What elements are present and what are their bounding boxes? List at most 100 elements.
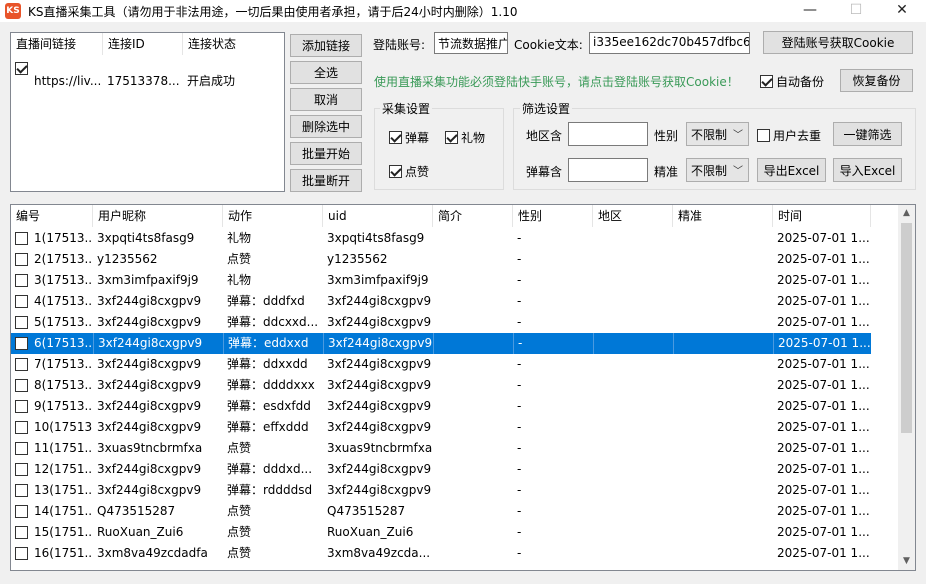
- scroll-up-icon[interactable]: ▲: [898, 205, 915, 222]
- table-row[interactable]: 12(1751... 3xf244gi8cxgpv9 弹幕：dddxd... 3xf2…: [11, 459, 871, 480]
- minimize-icon[interactable]: —: [790, 0, 830, 22]
- column-header-nickname[interactable]: 用户昵称: [93, 205, 223, 227]
- cookie-input[interactable]: i335ee162dc70b457dfbc64;: [589, 32, 750, 54]
- auto-backup-checkbox[interactable]: 自动备份: [760, 73, 824, 90]
- column-header-time[interactable]: 时间: [773, 205, 871, 227]
- scroll-thumb[interactable]: [901, 223, 912, 433]
- cell-region: [593, 228, 673, 249]
- add-link-button[interactable]: 添加链接: [290, 34, 362, 57]
- cell-nickname: 3xuas9tncbrmfxa: [97, 441, 203, 455]
- room-header-status[interactable]: 连接状态: [183, 33, 284, 55]
- maximize-icon[interactable]: ☐: [836, 0, 876, 22]
- row-checkbox[interactable]: [15, 274, 28, 287]
- row-checkbox[interactable]: [15, 442, 28, 455]
- like-checkbox[interactable]: 点赞: [389, 163, 429, 180]
- cell-nickname: RuoXuan_Zui6: [97, 525, 184, 539]
- table-row[interactable]: 6(17513... 3xf244gi8cxgpv9 弹幕：eddxxd 3xf244…: [11, 333, 871, 354]
- row-checkbox[interactable]: [15, 253, 28, 266]
- row-checkbox[interactable]: [15, 316, 28, 329]
- table-row[interactable]: 5(17513... 3xf244gi8cxgpv9 弹幕：ddcxxd... 3xf…: [11, 312, 871, 333]
- column-header-uid[interactable]: uid: [323, 205, 433, 227]
- row-checkbox[interactable]: [15, 505, 28, 518]
- cell-precise: [673, 501, 773, 522]
- cell-nickname: 3xf244gi8cxgpv9: [93, 333, 223, 354]
- import-excel-button[interactable]: 导入Excel: [833, 158, 902, 182]
- like-check-icon[interactable]: [389, 165, 402, 178]
- row-checkbox[interactable]: [15, 379, 28, 392]
- one-click-filter-button[interactable]: 一键筛选: [833, 122, 902, 146]
- export-excel-button[interactable]: 导出Excel: [757, 158, 826, 182]
- row-checkbox[interactable]: [15, 337, 28, 350]
- delete-selected-button[interactable]: 删除选中: [290, 115, 362, 138]
- room-header-link[interactable]: 直播间链接: [11, 33, 103, 55]
- room-row[interactable]: https://liv... 17513378... 开启成功: [11, 57, 284, 88]
- column-header-region[interactable]: 地区: [593, 205, 673, 227]
- table-row[interactable]: 16(1751... 3xm8va49zcdadfa 点赞 3xm8va49zcda.…: [11, 543, 871, 564]
- batch-stop-button[interactable]: 批量断开: [290, 169, 362, 192]
- row-checkbox[interactable]: [15, 547, 28, 560]
- danmu-checkbox[interactable]: 弹幕: [389, 129, 429, 146]
- restore-backup-button[interactable]: 恢复备份: [840, 69, 913, 92]
- auto-backup-check-icon[interactable]: [760, 75, 773, 88]
- scroll-down-icon[interactable]: ▼: [898, 553, 915, 570]
- row-checkbox[interactable]: [15, 484, 28, 497]
- cell-time: 2025-07-01 1...: [777, 546, 870, 560]
- precise-select-value: 不限制: [691, 164, 728, 178]
- room-list[interactable]: 直播间链接 连接ID 连接状态 https://liv... 17513378.…: [10, 32, 285, 192]
- cell-action: 弹幕：esdxfdd: [227, 399, 311, 413]
- table-row[interactable]: 11(1751... 3xuas9tncbrmfxa 点赞 3xuas9tncbrmf…: [11, 438, 871, 459]
- column-header-action[interactable]: 动作: [223, 205, 323, 227]
- table-row[interactable]: 3(17513... 3xm3imfpaxif9j9 礼物 3xm3imfpaxif9…: [11, 270, 871, 291]
- close-icon[interactable]: ✕: [882, 0, 922, 22]
- precise-select[interactable]: 不限制 ﹀: [686, 158, 749, 182]
- cell-bio: [433, 333, 513, 354]
- row-checkbox[interactable]: [15, 232, 28, 245]
- danmu-filter-input[interactable]: [568, 158, 648, 182]
- filter-settings-title: 筛选设置: [520, 100, 573, 117]
- table-row[interactable]: 1(17513... 3xpqti4ts8fasg9 礼物 3xpqti4ts8fas…: [11, 228, 871, 249]
- comment-grid[interactable]: 编号 用户昵称 动作 uid 简介 性别 地区 精准 时间 1(17513... 3xpqti4t…: [10, 204, 916, 571]
- room-header-id[interactable]: 连接ID: [103, 33, 183, 55]
- row-checkbox[interactable]: [15, 421, 28, 434]
- table-row[interactable]: 15(1751... RuoXuan_Zui6 点赞 RuoXuan_Zui6 - 202…: [11, 522, 871, 543]
- table-row[interactable]: 8(17513... 3xf244gi8cxgpv9 弹幕：ddddxxx 3xf24…: [11, 375, 871, 396]
- column-header-id[interactable]: 编号: [11, 205, 93, 227]
- danmu-check-icon[interactable]: [389, 131, 402, 144]
- account-input[interactable]: 节流数据推广: [434, 32, 508, 54]
- table-row[interactable]: 4(17513... 3xf244gi8cxgpv9 弹幕：dddfxd 3xf244…: [11, 291, 871, 312]
- vertical-scrollbar[interactable]: ▲ ▼: [898, 205, 915, 570]
- cell-region: [593, 480, 673, 501]
- table-row[interactable]: 2(17513... y1235562 点赞 y1235562 - 2025-07-01 …: [11, 249, 871, 270]
- region-input[interactable]: [568, 122, 648, 146]
- get-cookie-button[interactable]: 登陆账号获取Cookie: [763, 31, 913, 54]
- cancel-button[interactable]: 取消: [290, 88, 362, 111]
- table-row[interactable]: 9(17513... 3xf244gi8cxgpv9 弹幕：esdxfdd 3xf24…: [11, 396, 871, 417]
- room-row-checkbox[interactable]: [15, 62, 28, 75]
- cell-region: [593, 333, 673, 354]
- row-checkbox[interactable]: [15, 400, 28, 413]
- row-checkbox[interactable]: [15, 526, 28, 539]
- cell-action: 点赞: [227, 252, 252, 266]
- dedupe-checkbox[interactable]: 用户去重: [757, 127, 821, 144]
- dedupe-check-icon[interactable]: [757, 129, 770, 142]
- row-checkbox[interactable]: [15, 295, 28, 308]
- row-checkbox[interactable]: [15, 463, 28, 476]
- account-label: 登陆账号:: [373, 38, 426, 52]
- gift-checkbox[interactable]: 礼物: [445, 129, 485, 146]
- room-id: 17513378...: [107, 74, 180, 88]
- select-all-button[interactable]: 全选: [290, 61, 362, 84]
- row-checkbox[interactable]: [15, 358, 28, 371]
- table-row[interactable]: 10(17513... 3xf244gi8cxgpv9 弹幕：effxddd 3xf2…: [11, 417, 871, 438]
- column-header-bio[interactable]: 简介: [433, 205, 513, 227]
- table-row[interactable]: 13(1751... 3xf244gi8cxgpv9 弹幕：rddddsd 3xf24…: [11, 480, 871, 501]
- batch-start-button[interactable]: 批量开始: [290, 142, 362, 165]
- gender-select[interactable]: 不限制 ﹀: [686, 122, 749, 146]
- column-header-gender[interactable]: 性别: [513, 205, 593, 227]
- cell-uid: y1235562: [327, 252, 388, 266]
- column-header-precise[interactable]: 精准: [673, 205, 773, 227]
- table-row[interactable]: 7(17513... 3xf244gi8cxgpv9 弹幕：ddxxdd 3xf244…: [11, 354, 871, 375]
- gift-check-icon[interactable]: [445, 131, 458, 144]
- cell-time: 2025-07-01 1...: [773, 333, 871, 354]
- cell-gender: -: [517, 441, 522, 455]
- table-row[interactable]: 14(1751... Q473515287 点赞 Q473515287 - 2025-07…: [11, 501, 871, 522]
